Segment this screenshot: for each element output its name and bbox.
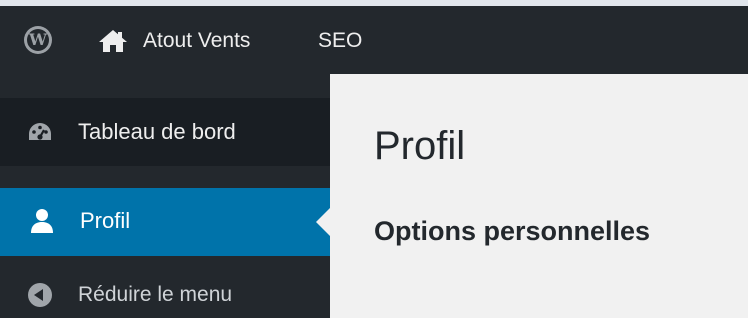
active-indicator-arrow	[316, 208, 330, 236]
sidebar-item-label: Profil	[80, 208, 131, 233]
seo-menu-item[interactable]: SEO	[318, 28, 362, 54]
main-content: Profil Options personnelles	[330, 74, 748, 318]
home-icon[interactable]	[98, 29, 128, 53]
sidebar-item-dashboard[interactable]: Tableau de bord	[0, 98, 330, 166]
sidebar-item-profil[interactable]: Profil	[0, 188, 330, 256]
collapse-menu-button[interactable]: Réduire le menu	[0, 274, 330, 318]
site-name-link[interactable]: Atout Vents	[143, 28, 250, 54]
section-title: Options personnelles	[374, 216, 651, 246]
admin-bar: W Atout Vents SEO	[0, 6, 748, 74]
admin-sidebar: Tableau de bord Profil Réduire le menu	[0, 74, 330, 318]
user-icon	[31, 209, 53, 233]
page-title: Profil	[374, 124, 466, 168]
dashboard-icon	[29, 123, 51, 140]
wordpress-logo-icon[interactable]: W	[24, 26, 52, 54]
sidebar-item-label: Tableau de bord	[78, 119, 236, 144]
collapse-icon	[28, 283, 52, 307]
collapse-menu-label: Réduire le menu	[78, 283, 233, 306]
